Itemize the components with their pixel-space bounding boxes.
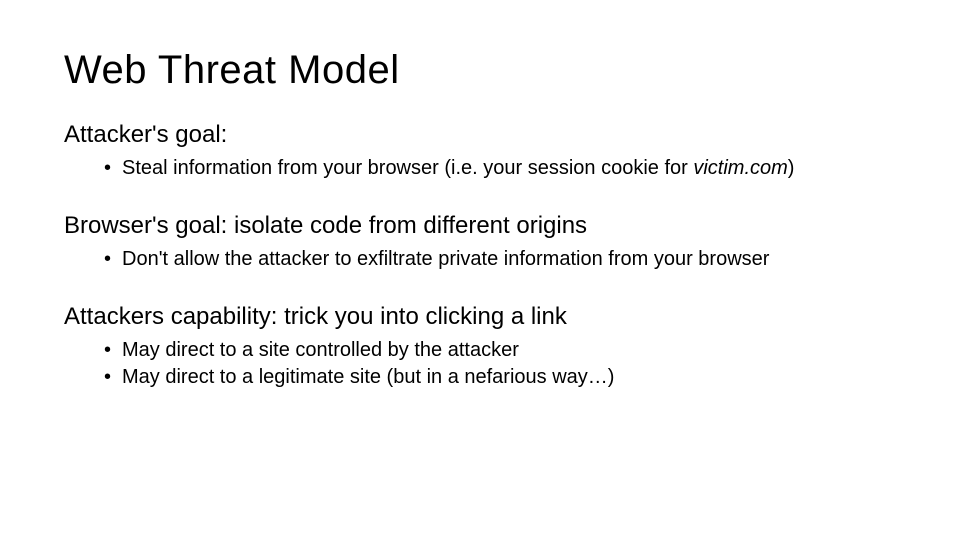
bullet-text-pre: May direct to a legitimate site (but in …: [122, 366, 614, 388]
slide: Web Threat Model Attacker's goal: Steal …: [0, 0, 960, 540]
bullet-list: Steal information from your browser (i.e…: [64, 155, 896, 182]
bullet-list: May direct to a site controlled by the a…: [64, 337, 896, 391]
bullet-text-pre: Don't allow the attacker to exfiltrate p…: [122, 248, 769, 270]
section-attacker-capability: Attackers capability: trick you into cli…: [64, 303, 896, 391]
bullet-text-pre: May direct to a site controlled by the a…: [122, 339, 519, 361]
bullet-text-italic: victim.com: [693, 157, 787, 179]
slide-title: Web Threat Model: [64, 48, 896, 93]
section-attacker-goal: Attacker's goal: Steal information from …: [64, 121, 896, 182]
bullet-item: Steal information from your browser (i.e…: [122, 155, 896, 182]
section-browser-goal: Browser's goal: isolate code from differ…: [64, 212, 896, 273]
bullet-list: Don't allow the attacker to exfiltrate p…: [64, 246, 896, 273]
bullet-text-pre: Steal information from your browser (i.e…: [122, 157, 693, 179]
bullet-item: May direct to a legitimate site (but in …: [122, 364, 896, 391]
section-heading: Browser's goal: isolate code from differ…: [64, 212, 896, 240]
bullet-item: May direct to a site controlled by the a…: [122, 337, 896, 364]
section-heading: Attackers capability: trick you into cli…: [64, 303, 896, 331]
section-heading: Attacker's goal:: [64, 121, 896, 149]
bullet-item: Don't allow the attacker to exfiltrate p…: [122, 246, 896, 273]
bullet-text-post: ): [788, 157, 795, 179]
